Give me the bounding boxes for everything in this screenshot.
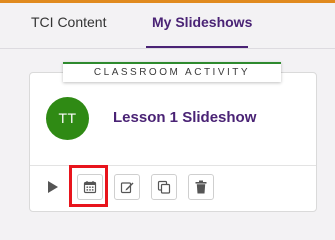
slideshow-title[interactable]: Lesson 1 Slideshow: [113, 109, 256, 126]
tab-bar: TCI Content My Slideshows: [0, 3, 335, 49]
tab-my-slideshows[interactable]: My Slideshows: [152, 14, 252, 30]
copy-button[interactable]: [151, 174, 177, 200]
edit-button[interactable]: [114, 174, 140, 200]
tab-tci-content[interactable]: TCI Content: [31, 14, 106, 30]
trash-icon: [195, 180, 207, 194]
delete-button[interactable]: [188, 174, 214, 200]
copy-icon: [157, 180, 171, 194]
present-button[interactable]: [40, 174, 66, 200]
edit-icon: [120, 180, 134, 194]
play-icon: [47, 180, 59, 194]
tab-divider: [0, 48, 335, 49]
classroom-activity-label: CLASSROOM ACTIVITY: [63, 62, 281, 82]
calendar-button-highlight: [69, 165, 108, 207]
avatar: TT: [46, 97, 89, 140]
